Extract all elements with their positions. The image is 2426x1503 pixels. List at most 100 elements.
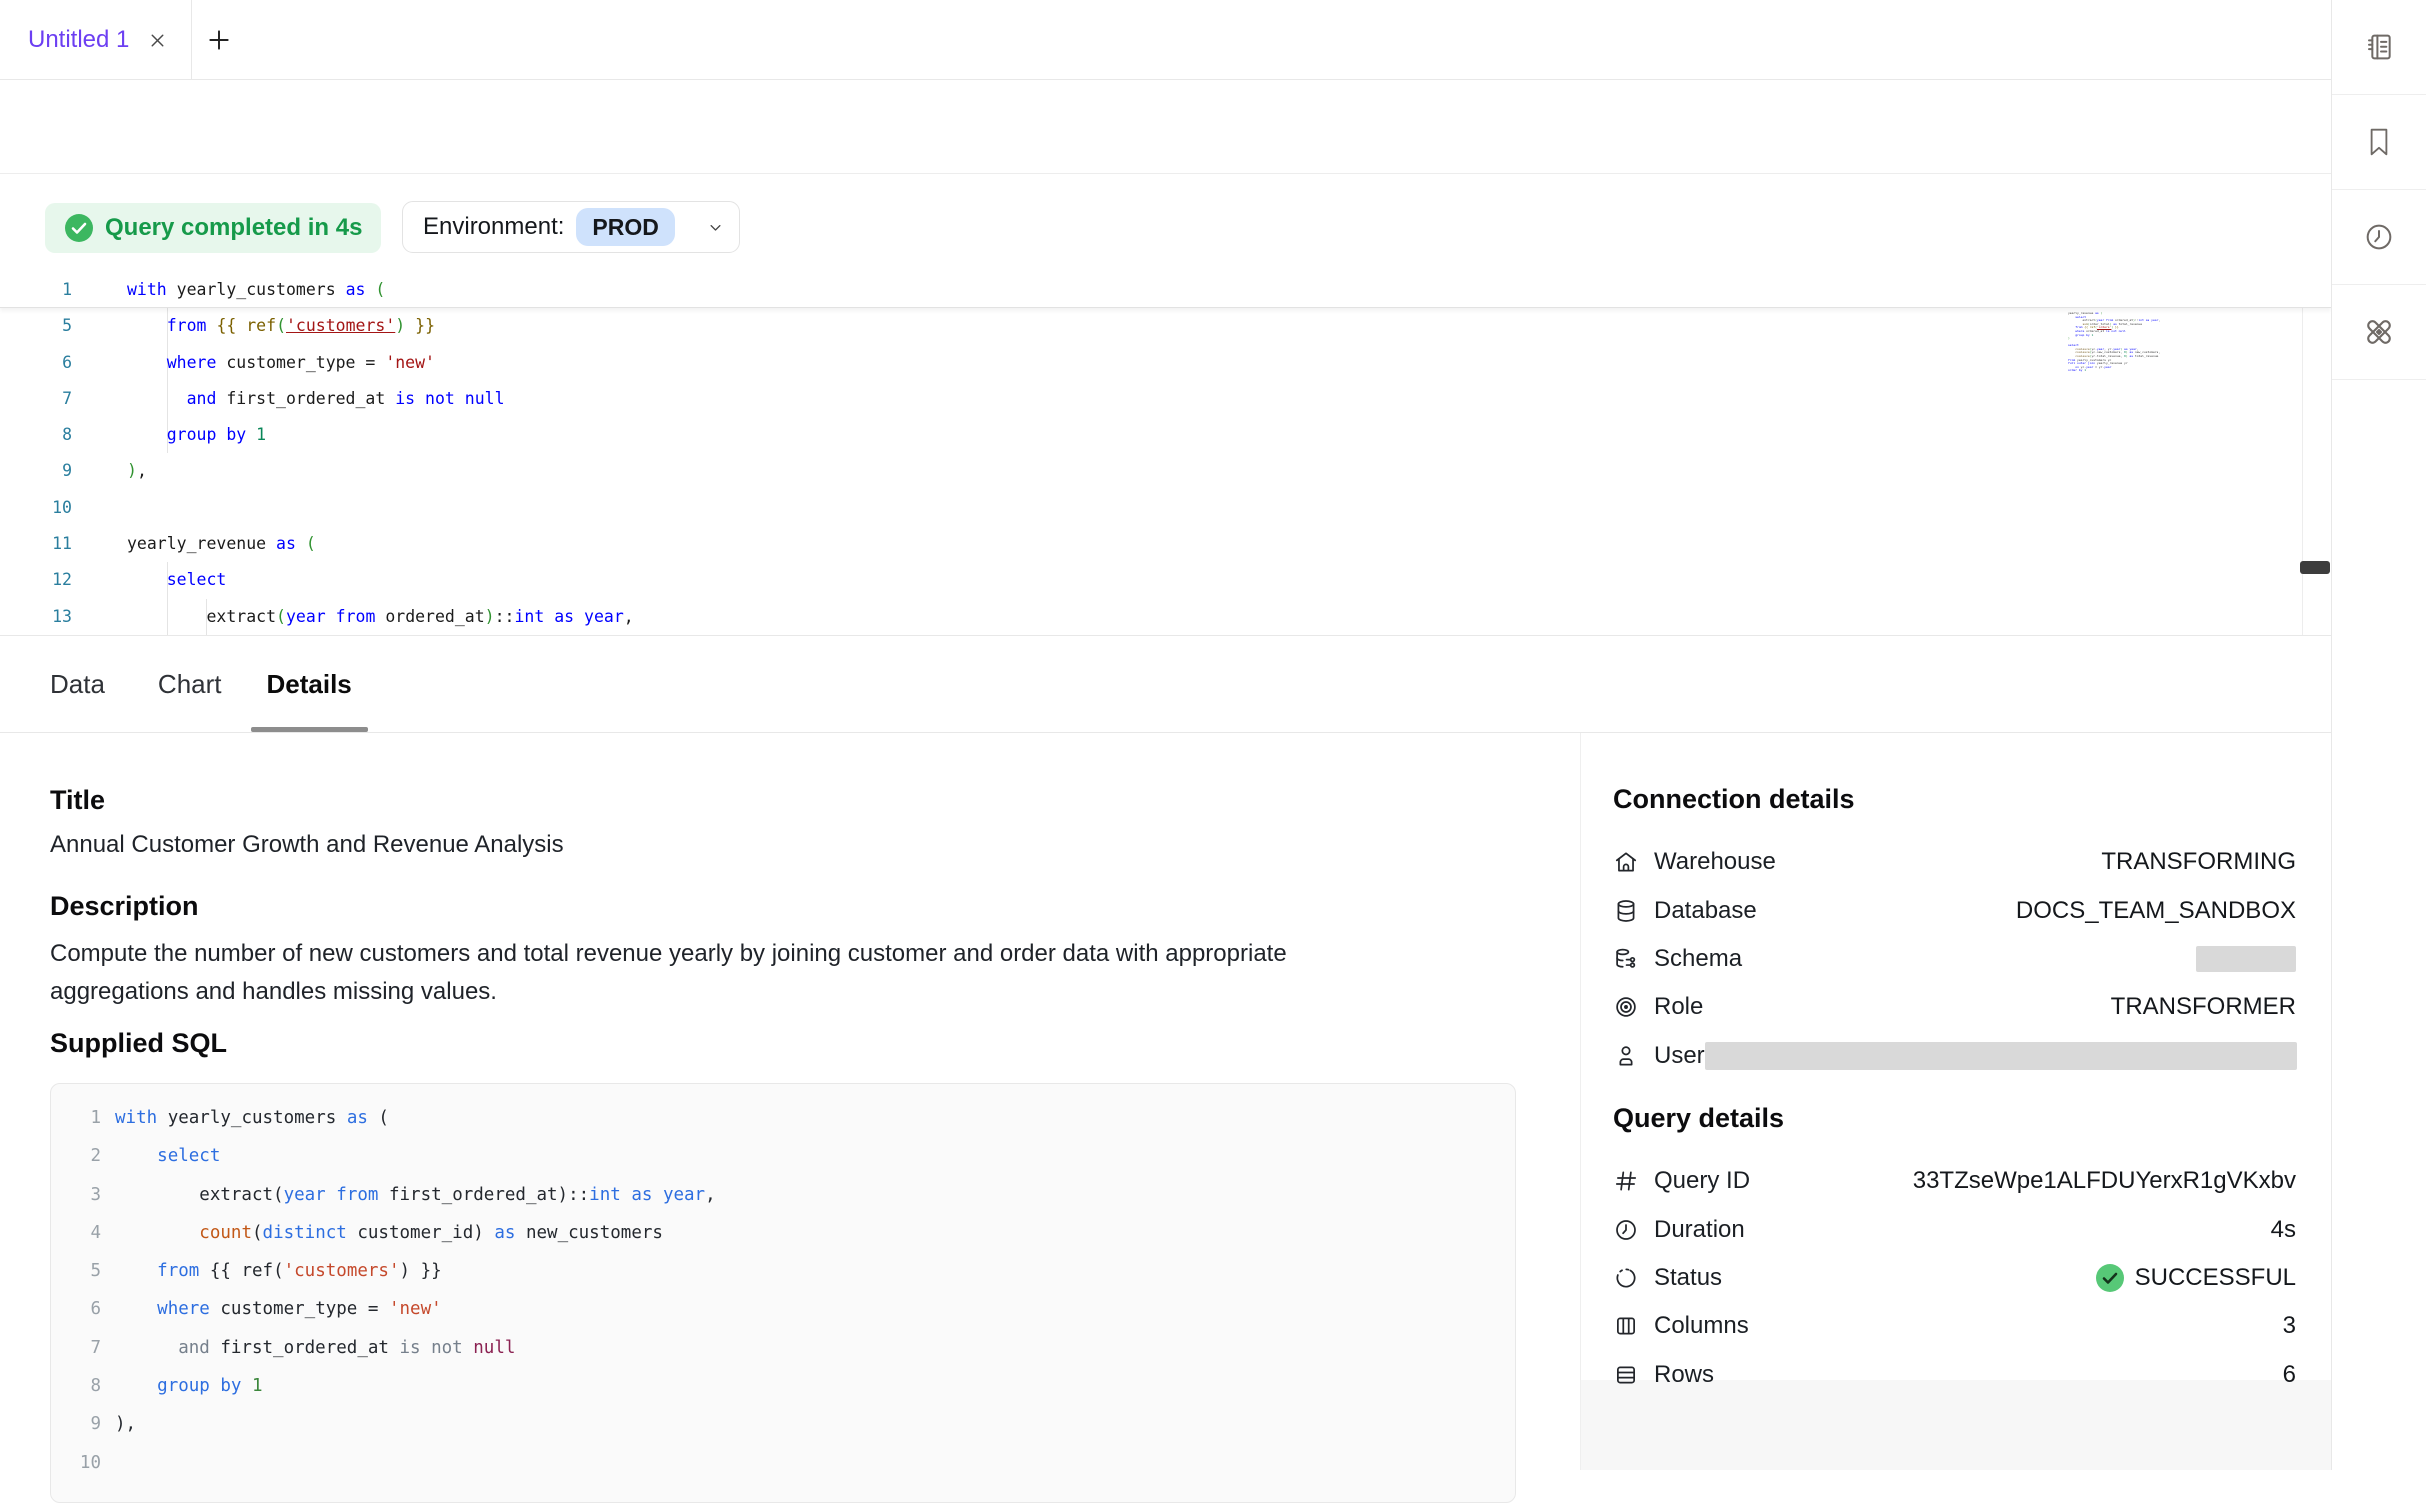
active-tab-indicator xyxy=(251,727,368,732)
editor-line[interactable]: 8 group by 1 xyxy=(0,417,2331,453)
editor-line[interactable]: 9), xyxy=(0,453,2331,489)
tab-data[interactable]: Data xyxy=(50,636,105,732)
editor-line[interactable]: 10 xyxy=(0,490,2331,526)
detail-value: 6 xyxy=(2283,1361,2296,1389)
title-heading: Title xyxy=(50,785,105,816)
warehouse-icon xyxy=(1613,849,1639,875)
line-number: 8 xyxy=(71,1367,101,1405)
detail-value: 33TZseWpe1ALFDUYerxR1gVKxbv xyxy=(1913,1167,2296,1195)
detail-value: DOCS_TEAM_SANDBOX xyxy=(2016,897,2296,925)
detail-value: 4s xyxy=(2271,1216,2296,1244)
user-icon xyxy=(1613,1043,1639,1069)
code-text: ), xyxy=(115,1405,136,1443)
supplied-sql-heading: Supplied SQL xyxy=(50,1028,227,1059)
tab-bar: Untitled 1 xyxy=(0,0,2331,80)
editor-line[interactable]: 13 extract(year from ordered_at)::int as… xyxy=(0,599,2331,635)
sidebar-item-bookmark[interactable] xyxy=(2332,95,2426,190)
line-number: 10 xyxy=(0,490,72,526)
code-text[interactable]: extract(year from ordered_at)::int as ye… xyxy=(127,599,634,635)
result-tabs: Data Chart Details xyxy=(0,636,2331,733)
close-icon[interactable] xyxy=(147,30,168,51)
role-icon xyxy=(1613,994,1639,1020)
code-text: extract(year from first_ordered_at)::int… xyxy=(115,1176,716,1214)
rows-icon xyxy=(1613,1362,1639,1388)
line-number: 12 xyxy=(0,562,72,598)
editor-line[interactable]: 11yearly_revenue as ( xyxy=(0,526,2331,562)
editor-line[interactable]: 6 where customer_type = 'new' xyxy=(0,345,2331,381)
connection-row-warehouse: WarehouseTRANSFORMING xyxy=(1613,838,2296,886)
redacted-value-bar xyxy=(2196,946,2296,972)
hash-icon xyxy=(1613,1168,1639,1194)
panel-divider xyxy=(1580,733,1581,1470)
editor-line[interactable]: 7 and first_ordered_at is not null xyxy=(0,381,2331,417)
environment-value-badge: PROD xyxy=(576,208,674,246)
code-text: with yearly_customers as ( xyxy=(115,1099,389,1137)
editor-line[interactable]: 5 from {{ ref('customers') }} xyxy=(0,308,2331,344)
code-text[interactable]: with yearly_customers as ( xyxy=(127,272,385,308)
clock-icon xyxy=(1613,1217,1639,1243)
detail-label: Schema xyxy=(1654,945,1742,973)
right-sidebar xyxy=(2331,0,2426,1470)
detail-label: Duration xyxy=(1654,1216,1745,1244)
code-editor[interactable]: 1with yearly_customers as (5 from {{ ref… xyxy=(0,272,2331,636)
tab-chart[interactable]: Chart xyxy=(158,636,222,732)
sql-line: 7 and first_ordered_at is not null xyxy=(71,1329,1515,1367)
sql-line: 4 count(distinct customer_id) as new_cus… xyxy=(71,1214,1515,1252)
toolbar: Develop Run xyxy=(0,80,2331,174)
sql-line: 1with yearly_customers as ( xyxy=(71,1099,1515,1137)
connection-row-schema: Schema xyxy=(1613,935,2296,983)
detail-value: SUCCESSFUL xyxy=(2095,1263,2296,1293)
code-text[interactable]: select xyxy=(127,562,226,598)
code-text[interactable]: where customer_type = 'new' xyxy=(127,345,435,381)
scrollbar-thumb[interactable] xyxy=(2300,561,2330,574)
query-row-query-id: Query ID33TZseWpe1ALFDUYerxR1gVKxbv xyxy=(1613,1157,2296,1205)
sidebar-item-notebook[interactable] xyxy=(2332,0,2426,95)
line-number: 10 xyxy=(71,1444,101,1482)
new-tab-plus-icon[interactable] xyxy=(206,27,232,53)
line-number: 3 xyxy=(71,1176,101,1214)
editor-line[interactable]: 12 select xyxy=(0,562,2331,598)
tab-untitled-1[interactable]: Untitled 1 xyxy=(0,0,192,80)
query-row-status: StatusSUCCESSFUL xyxy=(1613,1254,2296,1302)
title-value: Annual Customer Growth and Revenue Analy… xyxy=(50,831,564,859)
detail-label: Database xyxy=(1654,897,1757,925)
code-text: group by 1 xyxy=(115,1367,263,1405)
code-text[interactable]: and first_ordered_at is not null xyxy=(127,381,505,417)
line-number: 13 xyxy=(0,599,72,635)
database-icon xyxy=(1613,898,1639,924)
line-number: 2 xyxy=(71,1137,101,1175)
environment-selector[interactable]: Environment: PROD xyxy=(402,201,740,253)
line-number: 6 xyxy=(71,1290,101,1328)
loader-icon xyxy=(1613,1265,1639,1291)
description-value: Compute the number of new customers and … xyxy=(50,935,1405,1011)
query-rows: Query ID33TZseWpe1ALFDUYerxR1gVKxbvDurat… xyxy=(1613,1157,2296,1399)
code-text[interactable]: ), xyxy=(127,453,147,489)
detail-label: Role xyxy=(1654,993,1703,1021)
details-panel: Title Annual Customer Growth and Revenue… xyxy=(0,733,2331,1470)
supplied-sql-block: 1with yearly_customers as (2 select3 ext… xyxy=(50,1083,1516,1503)
sidebar-item-lineage[interactable] xyxy=(2332,285,2426,380)
query-details-heading: Query details xyxy=(1613,1103,1784,1134)
detail-label: User xyxy=(1654,1042,1705,1070)
query-row-duration: Duration 4s xyxy=(1613,1205,2296,1253)
lineage-icon xyxy=(2362,315,2396,349)
tab-details[interactable]: Details xyxy=(251,636,368,732)
code-text[interactable]: from {{ ref('customers') }} xyxy=(127,308,435,344)
history-icon xyxy=(2363,221,2395,253)
detail-label: Warehouse xyxy=(1654,848,1776,876)
editor-line[interactable]: 1with yearly_customers as ( xyxy=(0,272,2331,308)
line-number: 5 xyxy=(0,308,72,344)
code-text[interactable]: yearly_revenue as ( xyxy=(127,526,316,562)
code-text[interactable]: group by 1 xyxy=(127,417,266,453)
line-number: 9 xyxy=(71,1405,101,1443)
sql-line: 3 extract(year from first_ordered_at)::i… xyxy=(71,1176,1515,1214)
line-number: 8 xyxy=(0,417,72,453)
scrollbar-track xyxy=(2302,272,2303,636)
sql-line: 10 xyxy=(71,1444,1515,1482)
environment-label: Environment: xyxy=(423,213,564,241)
sidebar-item-history[interactable] xyxy=(2332,190,2426,285)
query-row-columns: Columns3 xyxy=(1613,1302,2296,1350)
notebook-icon xyxy=(2363,31,2395,63)
detail-label: Columns xyxy=(1654,1312,1749,1340)
code-text: select xyxy=(115,1137,220,1175)
